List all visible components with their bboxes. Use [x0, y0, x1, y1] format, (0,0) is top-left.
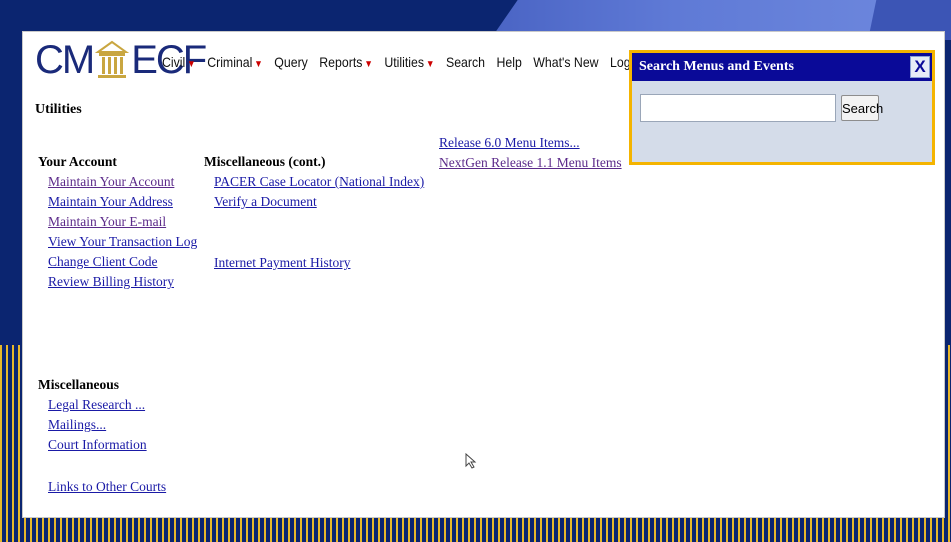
- link-release-6-menu[interactable]: Release 6.0 Menu Items...: [439, 133, 622, 153]
- search-button[interactable]: Search: [841, 95, 883, 121]
- miscellaneous-section: Miscellaneous Legal Research ... Mailing…: [38, 375, 166, 497]
- link-verify-document[interactable]: Verify a Document: [204, 192, 424, 212]
- link-court-information[interactable]: Court Information: [38, 435, 166, 455]
- menu-search[interactable]: Search: [446, 54, 485, 70]
- link-transaction-log[interactable]: View Your Transaction Log: [38, 232, 197, 252]
- menu-utilities[interactable]: Utilities ▼: [384, 54, 434, 70]
- link-maintain-address[interactable]: Maintain Your Address: [38, 192, 197, 212]
- search-menus-panel: Search Menus and Events X Search: [629, 50, 935, 165]
- menu-help[interactable]: Help: [496, 54, 521, 70]
- misc-cont-section: Miscellaneous (cont.) PACER Case Locator…: [204, 152, 424, 273]
- menu-civil[interactable]: Civil ▼: [162, 54, 196, 70]
- link-maintain-account[interactable]: Maintain Your Account: [38, 172, 197, 192]
- logo-text-left: CM: [35, 38, 95, 82]
- link-internet-payment-history[interactable]: Internet Payment History: [204, 253, 424, 273]
- dropdown-caret-icon: ▼: [187, 59, 196, 70]
- section-heading: Your Account: [38, 154, 117, 169]
- link-maintain-email[interactable]: Maintain Your E-mail: [38, 212, 197, 232]
- link-mailings[interactable]: Mailings...: [38, 415, 166, 435]
- link-pacer-case-locator[interactable]: PACER Case Locator (National Index): [204, 172, 424, 192]
- courthouse-icon: [95, 40, 130, 78]
- page-title: Utilities: [35, 102, 82, 117]
- link-nextgen-release-menu[interactable]: NextGen Release 1.1 Menu Items: [439, 153, 622, 173]
- your-account-section: Your Account Maintain Your Account Maint…: [38, 152, 197, 292]
- section-heading: Miscellaneous (cont.): [204, 154, 326, 169]
- link-billing-history[interactable]: Review Billing History: [38, 272, 197, 292]
- search-panel-title: Search Menus and Events: [639, 59, 794, 74]
- link-legal-research[interactable]: Legal Research ...: [38, 395, 166, 415]
- mouse-pointer-icon: [465, 453, 477, 469]
- main-menu: Civil ▼ Criminal ▼ Query Reports ▼ Utilitie…: [162, 54, 662, 70]
- dropdown-caret-icon: ▼: [425, 59, 435, 70]
- dropdown-caret-icon: ▼: [364, 59, 373, 70]
- menu-query[interactable]: Query: [274, 54, 308, 70]
- search-panel-header: Search Menus and Events X: [632, 53, 932, 81]
- link-change-client-code[interactable]: Change Client Code: [38, 252, 197, 272]
- menu-criminal[interactable]: Criminal ▼: [207, 54, 263, 70]
- dropdown-caret-icon: ▼: [254, 59, 263, 70]
- link-other-courts[interactable]: Links to Other Courts: [38, 477, 166, 497]
- menu-reports[interactable]: Reports ▼: [319, 54, 373, 70]
- cmecf-screenshot: CM ECF Civil ▼ Criminal ▼ Query Reports ▼ U…: [22, 31, 945, 518]
- release-section: Release 6.0 Menu Items... NextGen Releas…: [439, 133, 622, 173]
- search-input[interactable]: [640, 94, 836, 122]
- close-icon[interactable]: X: [910, 56, 930, 78]
- section-heading: Miscellaneous: [38, 377, 119, 392]
- menu-whats-new[interactable]: What's New: [533, 54, 598, 70]
